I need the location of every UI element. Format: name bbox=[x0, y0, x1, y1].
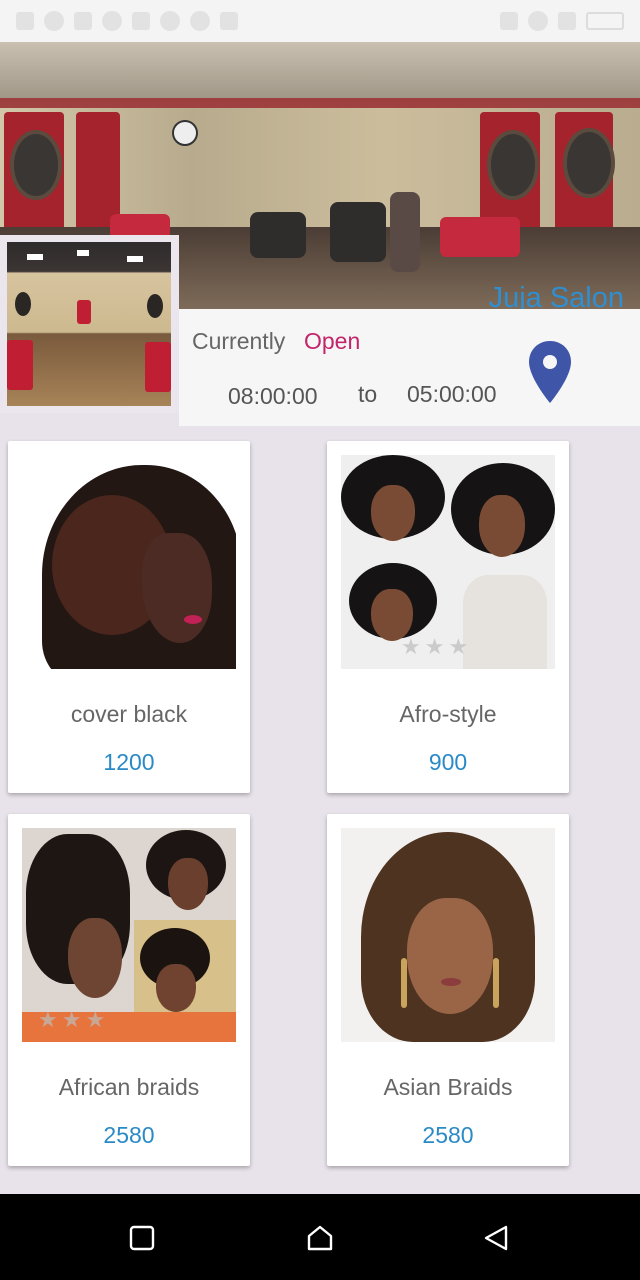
whatsapp-icon bbox=[44, 11, 64, 31]
navigation-bar bbox=[0, 1194, 640, 1280]
service-photo bbox=[22, 455, 236, 669]
message-icon bbox=[74, 12, 92, 30]
closing-time: 05:00:00 bbox=[407, 381, 497, 407]
phone-icon bbox=[160, 11, 180, 31]
service-name: Asian Braids bbox=[383, 1074, 513, 1100]
image-icon bbox=[132, 12, 150, 30]
service-card[interactable]: ★★★ African braids 2580 bbox=[8, 814, 250, 1166]
battery-icon bbox=[586, 12, 624, 30]
service-name: cover black bbox=[70, 701, 188, 727]
time-separator: to bbox=[358, 381, 378, 407]
service-photo: ★★★ bbox=[341, 455, 555, 669]
status-icons-left bbox=[16, 11, 238, 31]
home-button[interactable] bbox=[298, 1216, 342, 1260]
service-card[interactable]: ★★★ Afro-style 900 bbox=[327, 441, 569, 793]
sync-icon bbox=[102, 11, 122, 31]
download-icon bbox=[220, 12, 238, 30]
salon-thumbnail-frame bbox=[0, 235, 179, 413]
service-price: 2580 bbox=[103, 1122, 155, 1148]
service-price: 900 bbox=[428, 749, 468, 775]
currently-label: Currently bbox=[192, 328, 286, 354]
signal-bars-icon bbox=[558, 12, 576, 30]
service-photo bbox=[341, 828, 555, 1042]
open-status: Open bbox=[304, 328, 361, 354]
square-icon bbox=[129, 1225, 155, 1251]
status-info-panel: Currently Open 08:00:00 to 05:00:00 bbox=[179, 309, 640, 426]
recent-apps-button[interactable] bbox=[120, 1216, 164, 1260]
music-icon bbox=[16, 12, 34, 30]
salon-name: Juja Salon bbox=[488, 282, 624, 309]
service-photo: ★★★ bbox=[22, 828, 236, 1042]
home-icon bbox=[307, 1225, 333, 1251]
status-icons-right bbox=[500, 11, 624, 31]
triangle-back-icon bbox=[484, 1225, 508, 1251]
chrome-icon bbox=[190, 11, 210, 31]
service-price: 1200 bbox=[103, 749, 155, 775]
service-price: 2580 bbox=[422, 1122, 474, 1148]
service-name: Afro-style bbox=[399, 701, 497, 727]
map-pin-icon[interactable] bbox=[528, 341, 572, 403]
signal-icon bbox=[500, 12, 518, 30]
back-button[interactable] bbox=[474, 1216, 518, 1260]
service-card[interactable]: cover black 1200 bbox=[8, 441, 250, 793]
status-bar bbox=[0, 0, 640, 42]
service-card[interactable]: Asian Braids 2580 bbox=[327, 814, 569, 1166]
wifi-icon bbox=[528, 11, 548, 31]
service-name: African braids bbox=[58, 1074, 200, 1100]
salon-thumbnail[interactable] bbox=[7, 242, 171, 406]
opening-time: 08:00:00 bbox=[228, 383, 318, 409]
